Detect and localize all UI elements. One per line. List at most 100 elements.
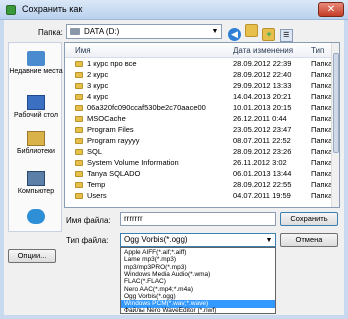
cell-date: 06.01.2013 13:44 <box>233 169 292 178</box>
cell-date: 29.09.2012 13:33 <box>233 81 292 90</box>
view-menu-icon[interactable]: ☰ <box>279 29 293 42</box>
folder-icon <box>75 116 83 122</box>
recent-places-icon <box>27 51 45 66</box>
place-label: Компьютер <box>17 188 55 195</box>
table-row[interactable]: 3 курс 29.09.2012 13:33 Папка <box>65 81 333 91</box>
table-row[interactable]: MSOCache 26.12.2011 0:44 Папка <box>65 114 333 124</box>
cell-date: 28.09.2012 22:55 <box>233 180 292 189</box>
table-row[interactable]: System Volume Information 26.11.2012 3:02… <box>65 158 333 168</box>
cell-date: 23.05.2012 23:47 <box>233 125 292 134</box>
place-label: Библиотеки <box>17 148 55 155</box>
cell-date: 04.07.2011 19:59 <box>233 191 291 200</box>
title-bar: Сохранить как ✕ <box>0 0 348 20</box>
filetype-combo[interactable]: Ogg Vorbis(*.ogg) ▼ <box>120 233 276 247</box>
cell-name: Temp <box>87 180 106 189</box>
cell-date: 26.11.2012 3:02 <box>233 158 287 167</box>
place-desktop[interactable]: Рабочий стол <box>9 95 63 120</box>
cell-name: 06a320fc090ccaf530be2c70aace00 <box>87 103 206 112</box>
filetype-label: Тип файла: <box>66 236 109 245</box>
table-row[interactable]: 1 курс про все 28.09.2012 22:39 Папка <box>65 59 333 69</box>
window-title: Сохранить как <box>22 4 83 14</box>
dropdown-option[interactable]: Файлы Nero WaveEditor (*.nwf) <box>121 307 275 315</box>
place-computer[interactable]: Компьютер <box>9 171 63 196</box>
cell-name: 3 курс <box>87 81 109 90</box>
filename-input[interactable]: rrrrrrr <box>120 212 276 226</box>
cell-date: 08.07.2011 22:52 <box>233 136 291 145</box>
cell-name: SQL <box>87 147 103 156</box>
up-folder-icon[interactable] <box>245 24 259 37</box>
cell-date: 26.12.2011 0:44 <box>233 114 287 123</box>
table-row[interactable]: Users 04.07.2011 19:59 Папка <box>65 191 333 201</box>
folder-icon <box>75 182 83 188</box>
folder-icon <box>75 171 83 177</box>
cell-name: System Volume Information <box>87 158 179 167</box>
cell-date: 10.01.2013 20:15 <box>233 103 292 112</box>
folder-icon <box>75 61 83 67</box>
table-row[interactable]: 06a320fc090ccaf530be2c70aace00 10.01.2013… <box>65 103 333 113</box>
scroll-thumb[interactable] <box>333 53 339 153</box>
computer-icon <box>27 171 45 186</box>
folder-icon <box>75 72 83 78</box>
cell-date: 28.09.2012 22:40 <box>233 70 292 79</box>
filetype-dropdown[interactable]: Apple AIFF(*.aif;*.aiff) Lame mp3(*.mp3) m… <box>120 247 276 314</box>
cell-name: 4 курс <box>87 92 109 101</box>
table-row[interactable]: Temp 28.09.2012 22:55 Папка <box>65 180 333 190</box>
folder-icon <box>75 83 83 89</box>
cell-name: Program Files <box>87 125 134 134</box>
libraries-icon <box>27 131 45 146</box>
folder-value: DATA (D:) <box>84 27 120 36</box>
chevron-down-icon[interactable]: ▼ <box>209 25 221 38</box>
cell-name: Users <box>87 191 107 200</box>
cell-date: 28.09.2012 23:26 <box>233 147 292 156</box>
folder-icon <box>75 127 83 133</box>
column-date[interactable]: Дата изменения <box>233 46 293 55</box>
table-row[interactable]: Tanya SQLADO 06.01.2013 13:44 Папка <box>65 169 333 179</box>
cell-name: 1 курс про все <box>87 59 137 68</box>
folder-icon <box>75 193 83 199</box>
folder-icon <box>75 138 83 144</box>
close-button[interactable]: ✕ <box>318 2 344 17</box>
place-label: Недавние места <box>9 68 63 75</box>
cancel-button[interactable]: Отмена <box>280 233 338 247</box>
drive-icon <box>70 28 80 35</box>
file-list[interactable]: Имя Дата изменения Тип 1 курс про все 28.… <box>64 42 340 208</box>
place-recent[interactable]: Недавние места <box>9 51 63 76</box>
table-row[interactable]: 4 курс 14.04.2013 20:21 Папка <box>65 92 333 102</box>
filename-label: Имя файла: <box>66 216 111 225</box>
cell-name: Program rayyyy <box>87 136 140 145</box>
table-row[interactable]: 2 курс 28.09.2012 22:40 Папка <box>65 70 333 80</box>
folder-icon <box>75 105 83 111</box>
table-row[interactable]: Program Files 23.05.2012 23:47 Папка <box>65 125 333 135</box>
place-network[interactable] <box>9 209 63 226</box>
table-row[interactable]: SQL 28.09.2012 23:26 Папка <box>65 147 333 157</box>
app-icon <box>6 5 16 15</box>
place-label: Рабочий стол <box>14 112 58 119</box>
chevron-down-icon[interactable]: ▼ <box>263 234 275 247</box>
filetype-value: Ogg Vorbis(*.ogg) <box>124 235 188 244</box>
options-button[interactable]: Опции... <box>8 249 56 263</box>
table-row[interactable]: Program rayyyy 08.07.2011 22:52 Папка <box>65 136 333 146</box>
cell-name: MSOCache <box>87 114 126 123</box>
folder-combo[interactable]: DATA (D:) ▼ <box>66 24 222 39</box>
new-folder-icon[interactable]: + <box>262 28 276 41</box>
scrollbar[interactable] <box>331 43 339 207</box>
dialog-body: Папка: DATA (D:) ▼ ◀ + ☰ Недавние места … <box>4 20 344 315</box>
back-arrow-icon[interactable]: ◀ <box>228 28 241 41</box>
folder-icon <box>75 94 83 100</box>
folder-label: Папка: <box>38 28 63 37</box>
network-icon <box>27 209 45 224</box>
column-name[interactable]: Имя <box>75 46 91 55</box>
column-type[interactable]: Тип <box>311 46 324 55</box>
desktop-icon <box>27 95 45 110</box>
folder-icon <box>75 160 83 166</box>
file-list-header: Имя Дата изменения Тип <box>65 43 339 58</box>
save-button[interactable]: Сохранить <box>280 212 338 226</box>
places-bar: Недавние места Рабочий стол Библиотеки К… <box>8 42 63 232</box>
cell-name: Tanya SQLADO <box>87 169 141 178</box>
folder-icon <box>75 149 83 155</box>
cell-date: 14.04.2013 20:21 <box>233 92 292 101</box>
cell-name: 2 курс <box>87 70 109 79</box>
place-libraries[interactable]: Библиотеки <box>9 131 63 156</box>
cell-date: 28.09.2012 22:39 <box>233 59 292 68</box>
nav-toolbar: ◀ + ☰ <box>228 24 295 42</box>
